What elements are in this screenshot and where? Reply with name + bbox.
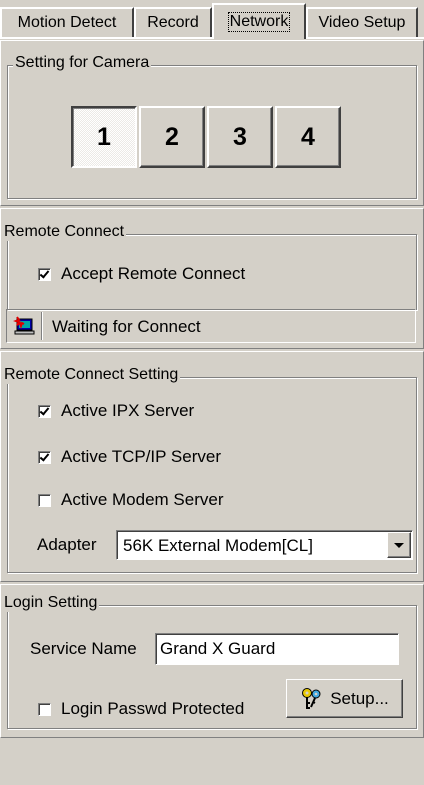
setup-button-label: Setup... [330,688,389,708]
status-separator [41,312,42,340]
chevron-down-icon[interactable] [387,532,411,558]
service-name-input[interactable] [155,633,399,665]
tab-video-setup[interactable]: Video Setup [306,7,418,37]
tab-network[interactable]: Network [212,3,306,39]
tab-record[interactable]: Record [134,7,212,37]
tab-label: Motion Detect [17,14,117,31]
connection-status-text: Waiting for Connect [52,317,201,336]
camera-button-2[interactable]: 2 [139,106,205,168]
remote-connect-group: Remote Connect Accept Remote Connect [2,223,417,310]
adapter-select-value: 56K External Modem[CL] [123,536,313,555]
checkbox-label: Active IPX Server [61,401,195,420]
connection-status-bar: Waiting for Connect [6,309,416,343]
camera-button-1[interactable]: 1 [71,106,137,168]
checkbox-box [38,404,51,418]
adapter-select[interactable]: 56K External Modem[CL] [116,530,413,560]
adapter-label: Adapter [37,535,97,554]
checkbox-label: Active Modem Server [61,490,224,509]
checkbox-box [38,267,51,281]
tcpip-server-checkbox[interactable]: Active TCP/IP Server [38,447,221,467]
checkbox-label: Login Passwd Protected [61,699,245,718]
checkbox-box [38,493,51,507]
connection-status-icon [12,316,35,336]
checkbox-box [38,702,51,716]
camera-button-3[interactable]: 3 [207,106,273,168]
login-passwd-checkbox[interactable]: Login Passwd Protected [38,699,244,719]
accept-remote-connect-checkbox[interactable]: Accept Remote Connect [38,264,245,284]
checkbox-label: Active TCP/IP Server [61,447,221,466]
keys-icon [302,687,321,709]
tab-bar: Motion Detect Record Network Video Setup [0,0,424,40]
remote-setting-title: Remote Connect Setting [2,366,181,384]
tab-label: Record [147,14,199,31]
camera-group-title: Setting for Camera [13,54,152,72]
camera-button-4[interactable]: 4 [275,106,341,168]
tab-label: Video Setup [318,14,406,31]
tab-motion-detect[interactable]: Motion Detect [0,7,134,37]
camera-section: Setting for Camera 1 2 3 4 [0,40,424,206]
camera-group: Setting for Camera 1 2 3 4 [7,54,417,199]
tab-label: Network [227,12,291,32]
remote-connect-title: Remote Connect [2,223,127,241]
ipx-server-checkbox[interactable]: Active IPX Server [38,401,194,421]
login-setting-title: Login Setting [2,594,100,612]
setup-button[interactable]: Setup... [286,679,403,718]
modem-server-checkbox[interactable]: Active Modem Server [38,490,224,510]
checkbox-label: Accept Remote Connect [61,264,246,283]
checkbox-box [38,450,51,464]
service-name-label: Service Name [30,639,137,658]
